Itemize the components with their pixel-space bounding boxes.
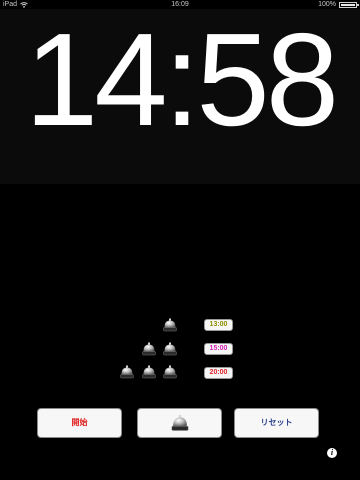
bell-icon [162,342,178,356]
reset-button[interactable]: リセット [234,408,319,438]
info-icon[interactable]: i [327,448,337,458]
preset-button-3[interactable]: 20:00 [204,367,233,379]
bell-icon [119,365,135,379]
preset-button-1[interactable]: 13:00 [204,319,233,331]
start-button[interactable]: 開始 [37,408,122,438]
clock-panel: 14:58 [0,6,360,184]
preset-button-2[interactable]: 15:00 [204,343,233,355]
bell-icon [162,365,178,379]
bell-button[interactable] [137,408,222,438]
bell-icon [162,318,178,332]
bell-icon [141,342,157,356]
bell-icon [170,414,190,432]
bell-icon [141,365,157,379]
countdown-display: 14:58 [24,6,339,153]
